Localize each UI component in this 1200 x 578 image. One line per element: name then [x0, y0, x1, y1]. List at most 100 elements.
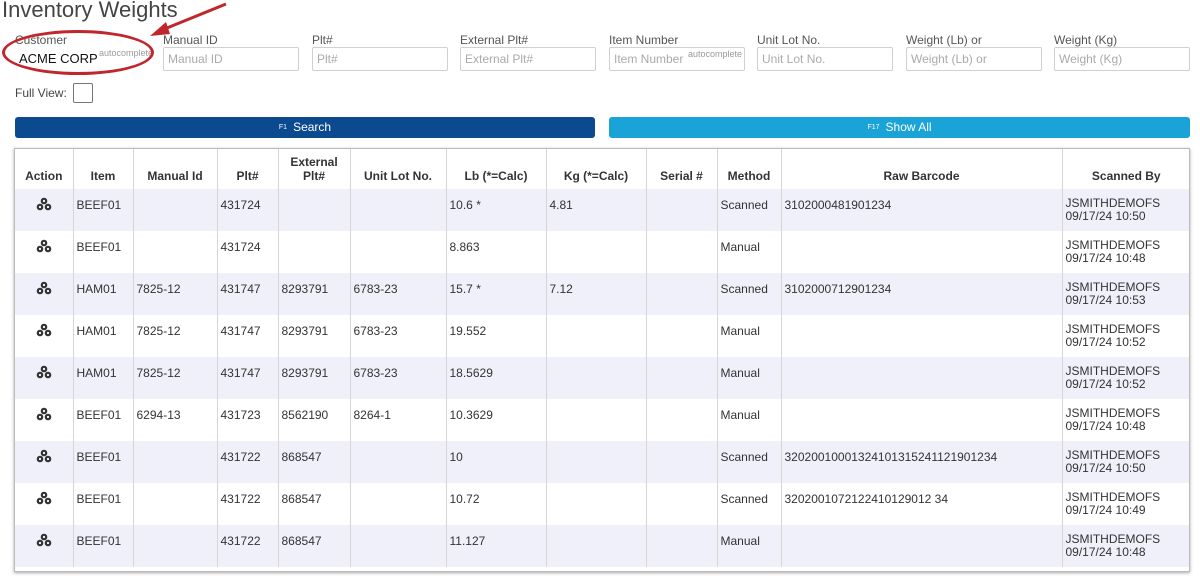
- cell-action: [15, 441, 74, 483]
- cell-kg: 4.81: [546, 189, 647, 231]
- table-row[interactable]: BEEF01 431722 868547 11.127 Manual JSMITHDEMO…: [15, 525, 1189, 567]
- cell-external-plt: 8293791: [278, 273, 351, 315]
- cell-serial: [646, 525, 718, 567]
- action-menu-icon[interactable]: [36, 323, 52, 337]
- full-view-toggle: Full View:: [15, 83, 94, 103]
- col-header-external-plt[interactable]: External Plt#: [278, 149, 351, 189]
- search-shortcut-key: F1: [278, 124, 288, 132]
- cell-method: Scanned: [717, 273, 782, 315]
- search-button[interactable]: F1 Search: [15, 117, 595, 138]
- cell-method: Scanned: [717, 189, 782, 231]
- action-menu-icon[interactable]: [36, 239, 52, 253]
- table-row[interactable]: BEEF01 6294-13 431723 8562190 8264-1 10.3629 M…: [15, 399, 1189, 441]
- cell-manual-id: [133, 441, 218, 483]
- plt-input[interactable]: [313, 48, 447, 70]
- action-menu-icon[interactable]: [36, 491, 52, 505]
- col-header-kg[interactable]: Kg (*=Calc): [546, 149, 647, 189]
- show-all-button-label: Show All: [885, 120, 932, 134]
- show-all-button[interactable]: F17 Show All: [609, 117, 1190, 138]
- cell-item: BEEF01: [73, 525, 134, 567]
- manual-id-input[interactable]: [164, 48, 298, 70]
- cell-plt: 431722: [217, 441, 279, 483]
- action-menu-icon[interactable]: [36, 533, 52, 547]
- table-row[interactable]: HAM01 7825-12 431747 8293791 6783-23 19.552 Ma…: [15, 315, 1189, 357]
- scanned-by-timestamp: 09/17/24 10:53: [1065, 293, 1146, 307]
- cell-kg: [546, 399, 647, 441]
- table-row[interactable]: HAM01 7825-12 431747 8293791 6783-23 18.5629 M…: [15, 357, 1189, 399]
- full-view-checkbox[interactable]: [73, 83, 94, 103]
- table-row[interactable]: BEEF01 431724 8.863 Manual JSMITHDEMOFS 09/17…: [15, 231, 1189, 273]
- action-menu-icon[interactable]: [36, 197, 52, 211]
- cell-method: Scanned: [717, 441, 782, 483]
- cell-lb: 18.5629: [446, 357, 547, 399]
- cell-serial: [646, 483, 718, 525]
- highlight-circle: [2, 30, 154, 75]
- scanned-by-timestamp: 09/17/24 10:48: [1065, 251, 1146, 265]
- cell-manual-id: [133, 189, 218, 231]
- unit-lot-filter: Unit Lot No.: [757, 33, 893, 71]
- weight-lb-label: Weight (Lb) or: [906, 33, 982, 47]
- cell-kg: [546, 441, 647, 483]
- cell-unit-lot: [350, 231, 447, 273]
- col-header-scanned-by[interactable]: Scanned By: [1062, 149, 1189, 189]
- cell-kg: [546, 315, 647, 357]
- cell-item: BEEF01: [73, 231, 134, 273]
- cell-external-plt: 868547: [278, 441, 351, 483]
- col-header-method[interactable]: Method: [717, 149, 782, 189]
- cell-serial: [646, 399, 718, 441]
- cell-serial: [646, 357, 718, 399]
- cell-unit-lot: 6783-23: [350, 315, 447, 357]
- search-button-label: Search: [293, 120, 332, 134]
- weight-kg-filter: Weight (Kg): [1054, 33, 1190, 71]
- cell-manual-id: 7825-12: [133, 357, 218, 399]
- cell-action: [15, 357, 74, 399]
- cell-method: Manual: [717, 525, 782, 567]
- table-row[interactable]: BEEF01 431724 10.6 * 4.81 Scanned 31020004819…: [15, 189, 1189, 231]
- col-header-action[interactable]: Action: [15, 149, 74, 189]
- action-menu-icon[interactable]: [36, 281, 52, 295]
- weight-lb-input[interactable]: [907, 48, 1041, 70]
- action-menu-icon[interactable]: [36, 365, 52, 379]
- cell-plt: 431724: [217, 231, 279, 273]
- scanned-by-timestamp: 09/17/24 10:49: [1065, 503, 1146, 517]
- cell-scanned-by: JSMITHDEMOFS 09/17/24 10:50: [1062, 441, 1189, 483]
- cell-kg: 7.12: [546, 273, 647, 315]
- action-menu-icon[interactable]: [36, 449, 52, 463]
- cell-raw-barcode: [781, 525, 1063, 567]
- scanned-by-timestamp: 09/17/24 10:52: [1065, 377, 1146, 391]
- cell-serial: [646, 273, 718, 315]
- table-row[interactable]: HAM01 7825-12 431747 8293791 6783-23 15.7 * 7.…: [15, 273, 1189, 315]
- external-plt-input[interactable]: [461, 48, 595, 70]
- cell-manual-id: 7825-12: [133, 273, 218, 315]
- item-number-input[interactable]: [610, 48, 744, 70]
- cell-external-plt: 8562190: [278, 399, 351, 441]
- plt-label: Plt#: [312, 33, 333, 47]
- action-menu-icon[interactable]: [36, 407, 52, 421]
- cell-raw-barcode: [781, 231, 1063, 273]
- cell-raw-barcode: 3102000712901234: [781, 273, 1063, 315]
- cell-unit-lot: 8264-1: [350, 399, 447, 441]
- cell-method: Manual: [717, 315, 782, 357]
- scanned-by-timestamp: 09/17/24 10:48: [1065, 419, 1146, 433]
- cell-kg: [546, 357, 647, 399]
- col-header-plt[interactable]: Plt#: [217, 149, 279, 189]
- unit-lot-input[interactable]: [758, 48, 892, 70]
- cell-lb: 10.6 *: [446, 189, 547, 231]
- cell-plt: 431747: [217, 315, 279, 357]
- table-row[interactable]: BEEF01 431722 868547 10 Scanned 3202001000132…: [15, 441, 1189, 483]
- cell-unit-lot: 6783-23: [350, 273, 447, 315]
- col-header-manual-id[interactable]: Manual Id: [133, 149, 218, 189]
- col-header-serial[interactable]: Serial #: [646, 149, 718, 189]
- col-header-unit-lot[interactable]: Unit Lot No.: [350, 149, 447, 189]
- cell-kg: [546, 525, 647, 567]
- col-header-lb[interactable]: Lb (*=Calc): [446, 149, 547, 189]
- col-header-item[interactable]: Item: [73, 149, 134, 189]
- cell-action: [15, 273, 74, 315]
- cell-scanned-by: JSMITHDEMOFS 09/17/24 10:50: [1062, 189, 1189, 231]
- col-header-raw-barcode[interactable]: Raw Barcode: [781, 149, 1063, 189]
- cell-kg: [546, 483, 647, 525]
- weights-table-container: Action Item Manual Id Plt# External Plt#…: [14, 148, 1190, 572]
- table-row[interactable]: BEEF01 431722 868547 10.72 Scanned 3202001072…: [15, 483, 1189, 525]
- weight-kg-input[interactable]: [1055, 48, 1189, 70]
- cell-plt: 431722: [217, 483, 279, 525]
